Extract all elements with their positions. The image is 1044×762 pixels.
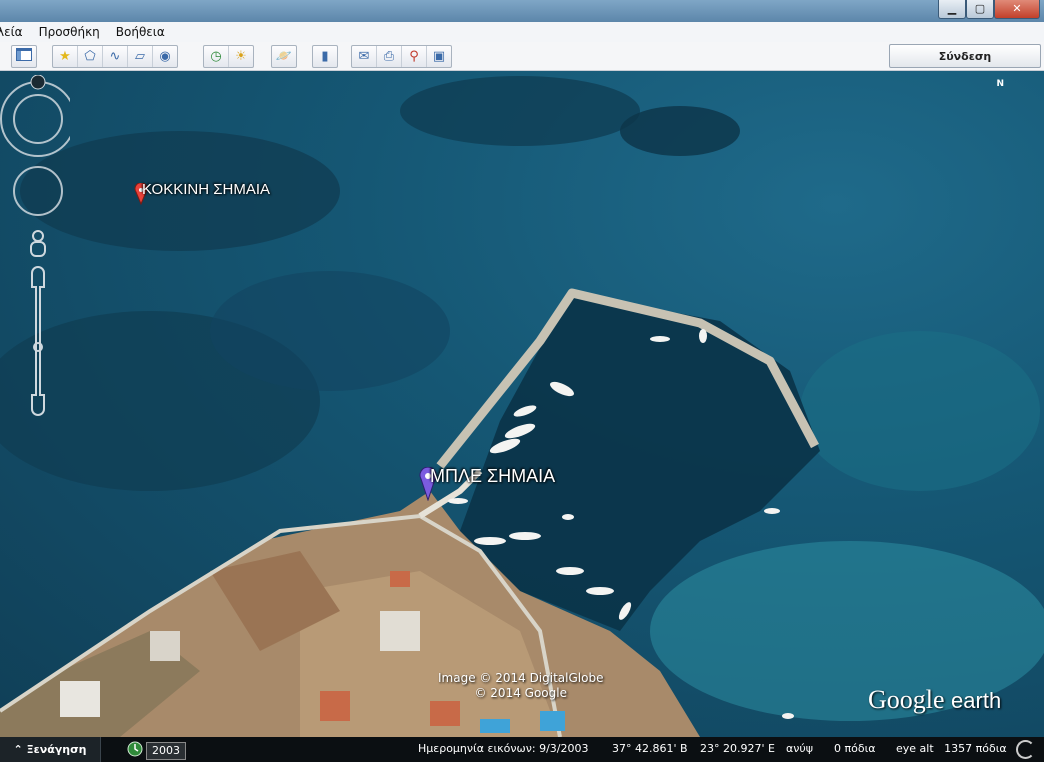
sunlight-button[interactable]: ☀: [229, 46, 253, 67]
zoom-slider[interactable]: [31, 266, 45, 416]
menu-bar: λεία Προσθήκη Βοήθεια: [0, 22, 1044, 43]
menu-add[interactable]: Προσθήκη: [31, 25, 108, 39]
logo-earth: earth: [951, 688, 1002, 713]
google-earth-logo: Google earth: [868, 685, 1001, 715]
toolbar-group-view: ◷ ☀: [203, 45, 254, 68]
view-in-maps-button[interactable]: ⚲: [402, 46, 427, 67]
placemark-label-red[interactable]: ΚΟΚΚΙΝΗ ΣΗΜΑΙΑ: [142, 181, 270, 198]
toolbar-group-ruler: ▮: [312, 45, 338, 68]
loading-spinner-icon: [1016, 740, 1035, 759]
satellite-imagery: [0, 76, 1044, 737]
sign-in-button[interactable]: Σύνδεση: [889, 44, 1041, 68]
imagery-date: Ημερομηνία εικόνων: 9/3/2003: [418, 742, 589, 755]
email-icon: ✉: [358, 49, 370, 64]
polygon-icon: ⬠: [84, 49, 96, 64]
window-controls: ▁ ▢ ✕: [938, 0, 1040, 19]
close-button[interactable]: ✕: [994, 0, 1040, 19]
add-placemark-button[interactable]: ★: [53, 46, 78, 67]
eye-altitude: eye alt 1357 πόδια: [896, 742, 1007, 755]
image-overlay-icon: ▱: [135, 49, 145, 64]
print-button[interactable]: ⎙: [377, 46, 402, 67]
toolbar-group-add: ★ ⬠ ∿ ▱ ◉: [52, 45, 178, 68]
compass-ring[interactable]: [0, 75, 70, 157]
title-bar: ▁ ▢ ✕: [0, 0, 1044, 22]
save-image-button[interactable]: ▣: [427, 46, 451, 67]
history-year: 2003: [146, 741, 186, 760]
printer-icon: ⎙: [383, 49, 395, 64]
latitude: 37° 42.861' Β: [612, 742, 688, 755]
toolbar-group-share: ✉ ⎙ ⚲ ▣: [351, 45, 452, 68]
maximize-button[interactable]: ▢: [966, 0, 994, 19]
record-tour-icon: ◉: [159, 49, 171, 64]
maps-icon: ⚲: [409, 49, 419, 64]
ruler-icon: ▮: [321, 49, 329, 64]
logo-google: Google: [868, 685, 945, 714]
add-overlay-button[interactable]: ▱: [128, 46, 153, 67]
add-polygon-button[interactable]: ⬠: [78, 46, 103, 67]
toolbar: ★ ⬠ ∿ ▱ ◉ ◷ ☀ 🪐 ▮ ✉ ⎙ ⚲ ▣: [0, 42, 1044, 71]
menu-tools[interactable]: λεία: [0, 25, 31, 39]
map-view[interactable]: ΚΟΚΚΙΝΗ ΣΗΜΑΙΑ ΜΠΛΕ ΣΗΜΑΙΑ Image © 2014 …: [0, 71, 1044, 737]
path-icon: ∿: [109, 49, 121, 64]
sidebar-icon: [16, 48, 32, 65]
historical-imagery-indicator[interactable]: 2003: [127, 741, 186, 760]
sun-icon: ☀: [235, 49, 247, 64]
compass-north-label: N: [996, 79, 1004, 89]
placemark-label-blue[interactable]: ΜΠΛΕ ΣΗΜΑΙΑ: [430, 466, 555, 487]
menu-help[interactable]: Βοήθεια: [108, 25, 173, 39]
look-joystick[interactable]: [13, 166, 63, 216]
street-view-pegman-icon[interactable]: [30, 230, 46, 257]
longitude: 23° 20.927' Ε: [700, 742, 775, 755]
attribution-line-2: © 2014 Google: [474, 686, 567, 700]
historical-imagery-button[interactable]: ◷: [204, 46, 229, 67]
status-bar: ⌃ Ξενάγηση 2003 Ημερομηνία εικόνων: 9/3/…: [0, 737, 1044, 762]
imagery-attribution: Image © 2014 DigitalGlobe © 2014 Google: [438, 671, 603, 701]
save-image-icon: ▣: [432, 49, 446, 64]
sidebar-toggle-button[interactable]: [12, 46, 36, 67]
clock-icon: ◷: [210, 49, 222, 64]
ruler-button[interactable]: ▮: [313, 46, 337, 67]
planets-button[interactable]: 🪐: [272, 46, 296, 67]
history-clock-icon: [127, 741, 143, 760]
tour-guide-button[interactable]: ⌃ Ξενάγηση: [0, 737, 101, 762]
attribution-line-1: Image © 2014 DigitalGlobe: [438, 671, 604, 685]
navigation-controls: [0, 75, 70, 416]
record-tour-button[interactable]: ◉: [153, 46, 177, 67]
chevron-up-icon: ⌃: [13, 743, 23, 756]
toolbar-group-sidebar: [11, 45, 37, 68]
email-button[interactable]: ✉: [352, 46, 377, 67]
toolbar-group-planets: 🪐: [271, 45, 297, 68]
add-path-button[interactable]: ∿: [103, 46, 128, 67]
planet-icon: 🪐: [275, 49, 293, 64]
elevation: ανύψ 0 πόδια: [786, 742, 876, 755]
tour-guide-label: Ξενάγηση: [26, 743, 87, 756]
minimize-button[interactable]: ▁: [938, 0, 966, 19]
pushpin-icon: ★: [59, 49, 71, 64]
